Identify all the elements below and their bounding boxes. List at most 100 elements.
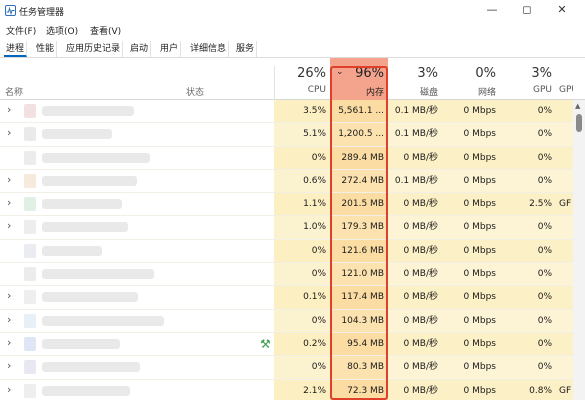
blurred-process-icon [24, 127, 36, 142]
blurred-process-name [42, 338, 120, 349]
tab-users[interactable]: 用户 [158, 41, 182, 57]
column-gpu-engine[interactable]: GPU [556, 58, 573, 100]
tab-bar: 进程 性能 应用历史记录 启动 用户 详细信息 服务 [0, 40, 585, 58]
blurred-process-icon [24, 104, 36, 118]
gpu-cell: 0% [500, 100, 556, 124]
window-title: 任务管理器 [19, 8, 65, 18]
blurred-process-name [42, 199, 122, 210]
scroll-up-arrow-icon[interactable]: ▲ [575, 102, 580, 110]
column-network[interactable]: 0% 网络 [442, 58, 500, 100]
maximize-icon[interactable]: ◻ [515, 1, 539, 19]
tab-processes[interactable]: 进程 [4, 41, 28, 57]
gpu-cell: 0% [500, 286, 556, 310]
tab-performance[interactable]: 性能 [34, 41, 58, 57]
expand-chevron-icon[interactable]: › [7, 173, 11, 186]
expand-chevron-icon[interactable]: › [7, 126, 11, 139]
gpu-engine-cell [556, 332, 573, 357]
expand-chevron-icon[interactable]: › [7, 313, 11, 326]
expand-chevron-icon[interactable]: › [7, 336, 11, 349]
column-gpu[interactable]: 3% GPU [500, 58, 556, 100]
menu-view[interactable]: 查看(V) [90, 24, 121, 37]
memory-column-label: 内存 [365, 88, 384, 98]
column-name[interactable]: 名称 [5, 85, 23, 98]
blurred-process-icon [24, 197, 36, 212]
menu-file[interactable]: 文件(F) [6, 24, 36, 37]
cpu-cell: 3.5% [274, 100, 330, 124]
table-row[interactable]: › 0.6% 272.4 MB 0.1 MB/秒 0 Mbps 0% [0, 169, 585, 194]
tab-details[interactable]: 详细信息 [188, 41, 230, 57]
gpu-cell: 0.8% [500, 379, 556, 400]
network-total-percent: 0% [475, 66, 496, 81]
sort-chevron-down-icon: ⌄ [336, 67, 344, 77]
tab-app-history[interactable]: 应用历史记录 [64, 41, 124, 57]
blurred-process-name [42, 152, 150, 163]
disk-cell: 0 MB/秒 [388, 239, 442, 264]
column-disk[interactable]: 3% 磁盘 [388, 58, 442, 100]
table-row[interactable]: 0% 121.0 MB 0 MB/秒 0 Mbps 0% [0, 263, 585, 287]
gpu-cell: 0% [500, 169, 556, 194]
cpu-cell: 0% [274, 146, 330, 170]
column-cpu[interactable]: 26% CPU [274, 58, 330, 100]
gpu-engine-cell: GF [556, 379, 573, 400]
disk-cell: 0.1 MB/秒 [388, 100, 442, 124]
expand-chevron-icon[interactable]: › [7, 383, 11, 396]
blurred-process-name [42, 222, 128, 233]
blurred-process-icon [24, 267, 36, 282]
blurred-process-name [42, 106, 134, 116]
table-row[interactable]: › 0% 104.3 MB 0 MB/秒 0 Mbps 0% [0, 309, 585, 333]
scrollbar-thumb[interactable] [576, 114, 582, 132]
blurred-process-icon [24, 290, 36, 305]
gpu-engine-cell [556, 169, 573, 194]
table-row[interactable]: › 5.1% 1,200.5 ... 0.1 MB/秒 0 Mbps 0% [0, 123, 585, 147]
gpu-engine-cell [556, 309, 573, 333]
table-row[interactable]: › 1.0% 179.3 MB 0 MB/秒 0 Mbps 0% [0, 216, 585, 240]
disk-cell: 0 MB/秒 [388, 216, 442, 240]
network-cell: 0 Mbps [442, 356, 500, 380]
column-status[interactable]: 状态 [186, 85, 204, 98]
vertical-scrollbar[interactable]: ▲ [573, 100, 585, 400]
table-row[interactable]: › 0.1% 117.4 MB 0 MB/秒 0 Mbps 0% [0, 286, 585, 310]
title-bar: 任务管理器 — ◻ ✕ [0, 0, 585, 22]
table-row[interactable]: 0% 289.4 MB 0 MB/秒 0 Mbps 0% [0, 146, 585, 170]
gpu-engine-cell [556, 356, 573, 380]
network-cell: 0 Mbps [442, 100, 500, 124]
gpu-engine-cell [556, 100, 573, 124]
expand-chevron-icon[interactable]: › [7, 359, 11, 372]
close-icon[interactable]: ✕ [550, 1, 574, 19]
memory-cell: 1,200.5 ... [330, 123, 388, 147]
blurred-process-icon [24, 150, 36, 165]
expand-chevron-icon[interactable]: › [7, 196, 11, 209]
network-cell: 0 Mbps [442, 263, 500, 287]
memory-cell: 95.4 MB [330, 332, 388, 357]
tab-services[interactable]: 服务 [234, 41, 258, 57]
memory-cell: 289.4 MB [330, 146, 388, 170]
expand-chevron-icon[interactable]: › [7, 103, 11, 116]
table-row[interactable]: › 3.5% 5,561.1 ... 0.1 MB/秒 0 Mbps 0% [0, 100, 585, 124]
cpu-cell: 0% [274, 239, 330, 264]
table-row[interactable]: › 2.1% 72.3 MB 0 MB/秒 0 Mbps 0.8% GF [0, 379, 585, 400]
minimize-icon[interactable]: — [480, 1, 504, 19]
column-memory[interactable]: ⌄ 96% 内存 [330, 58, 388, 100]
expand-chevron-icon[interactable]: › [7, 289, 11, 302]
cpu-cell: 0.1% [274, 286, 330, 310]
network-cell: 0 Mbps [442, 123, 500, 147]
expand-chevron-icon[interactable]: › [7, 219, 11, 232]
blurred-process-icon [24, 313, 36, 328]
disk-cell: 0 MB/秒 [388, 146, 442, 170]
memory-cell: 72.3 MB [330, 379, 388, 400]
cpu-cell: 1.0% [274, 216, 330, 240]
cpu-column-label: CPU [307, 85, 326, 95]
tab-startup[interactable]: 启动 [128, 41, 152, 57]
efficiency-mode-leaf-icon: ⚒ [260, 336, 271, 351]
gpu-cell: 0% [500, 216, 556, 240]
table-row[interactable]: 0% 121.6 MB 0 MB/秒 0 Mbps 0% [0, 239, 585, 264]
table-row[interactable]: › ⚒ 0.2% 95.4 MB 0 MB/秒 0 Mbps 0% [0, 332, 585, 357]
menu-options[interactable]: 选项(O) [46, 24, 78, 37]
memory-cell: 80.3 MB [330, 356, 388, 380]
menu-bar: 文件(F) 选项(O) 查看(V) [0, 22, 585, 38]
table-row[interactable]: › 1.1% 201.5 MB 0 MB/秒 0 Mbps 2.5% GF [0, 193, 585, 217]
table-row[interactable]: › 0% 80.3 MB 0 MB/秒 0 Mbps 0% [0, 356, 585, 380]
gpu-total-percent: 3% [531, 66, 552, 81]
memory-cell: 179.3 MB [330, 216, 388, 240]
cpu-cell: 0% [274, 356, 330, 380]
